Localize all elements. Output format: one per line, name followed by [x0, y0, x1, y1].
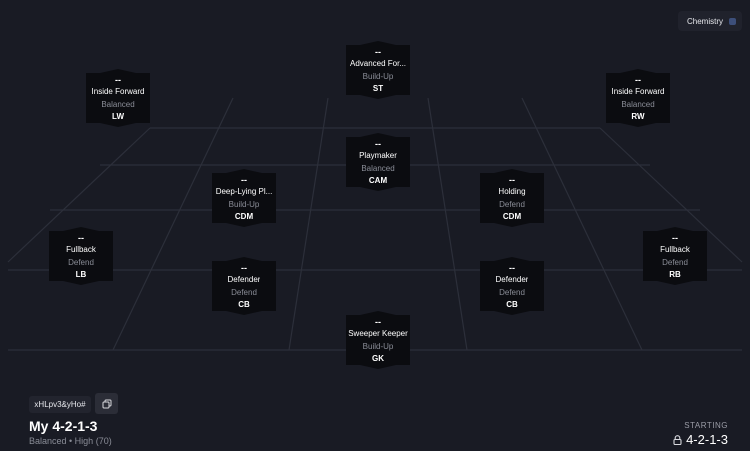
player-rating: -- [375, 139, 381, 149]
player-focus: Defend [68, 258, 94, 267]
player-rating: -- [672, 233, 678, 243]
player-rating: -- [78, 233, 84, 243]
starting-formation: 4-2-1-3 [673, 432, 728, 447]
player-rating: -- [375, 47, 381, 57]
chemistry-toggle[interactable]: Chemistry [678, 11, 742, 31]
tactic-title: My 4-2-1-3 [29, 418, 98, 434]
player-rating: -- [375, 317, 381, 327]
player-rating: -- [241, 175, 247, 185]
player-role: Defender [227, 275, 261, 284]
player-focus: Build-Up [228, 200, 260, 209]
player-role: Fullback [66, 245, 96, 254]
player-card-gk[interactable]: -- Sweeper Keeper Build-Up GK [346, 311, 410, 369]
player-focus: Balanced [621, 100, 655, 109]
copy-code-button[interactable] [95, 393, 118, 414]
starting-label: STARTING [684, 421, 728, 430]
share-code: xHLpv3&yHo# [29, 396, 91, 413]
player-role: Playmaker [359, 151, 397, 160]
player-role: Advanced For... [349, 59, 407, 68]
player-role: Sweeper Keeper [348, 329, 408, 338]
player-focus: Build-Up [362, 72, 394, 81]
player-card-cdm-right[interactable]: -- Holding Defend CDM [480, 169, 544, 227]
player-card-cam[interactable]: -- Playmaker Balanced CAM [346, 133, 410, 191]
player-position: LB [75, 270, 87, 279]
player-position: GK [372, 354, 384, 363]
player-focus: Defend [231, 288, 257, 297]
player-card-cb-left[interactable]: -- Defender Defend CB [212, 257, 276, 315]
player-card-lw[interactable]: -- Inside Forward Balanced LW [86, 69, 150, 127]
player-position: RB [669, 270, 681, 279]
player-position: CB [506, 300, 518, 309]
player-card-lb[interactable]: -- Fullback Defend LB [49, 227, 113, 285]
player-role: Inside Forward [611, 87, 665, 96]
player-role: Deep-Lying Pl... [215, 187, 273, 196]
player-rating: -- [509, 263, 515, 273]
tactic-meta: Balanced • High (70) [29, 436, 112, 446]
chemistry-switch[interactable] [729, 17, 736, 25]
player-card-cb-right[interactable]: -- Defender Defend CB [480, 257, 544, 315]
chemistry-label: Chemistry [687, 16, 724, 26]
player-position: CDM [234, 212, 254, 221]
player-focus: Balanced [361, 164, 395, 173]
player-rating: -- [115, 75, 121, 85]
starting-formation-value: 4-2-1-3 [686, 432, 728, 447]
player-focus: Build-Up [362, 342, 394, 351]
player-role: Inside Forward [91, 87, 145, 96]
player-card-rb[interactable]: -- Fullback Defend RB [643, 227, 707, 285]
player-focus: Defend [662, 258, 688, 267]
player-focus: Defend [499, 288, 525, 297]
player-focus: Defend [499, 200, 525, 209]
player-card-rw[interactable]: -- Inside Forward Balanced RW [606, 69, 670, 127]
lock-icon [673, 434, 682, 445]
player-position: CDM [502, 212, 522, 221]
player-rating: -- [509, 175, 515, 185]
player-role: Defender [495, 275, 529, 284]
player-card-st[interactable]: -- Advanced For... Build-Up ST [346, 41, 410, 99]
player-rating: -- [635, 75, 641, 85]
player-role: Fullback [660, 245, 690, 254]
copy-icon [102, 399, 111, 408]
player-focus: Balanced [101, 100, 135, 109]
player-position: ST [372, 84, 384, 93]
player-rating: -- [241, 263, 247, 273]
player-position: LW [112, 112, 124, 121]
player-position: CAM [368, 176, 388, 185]
player-position: CB [238, 300, 250, 309]
player-position: RW [631, 112, 645, 121]
player-card-cdm-left[interactable]: -- Deep-Lying Pl... Build-Up CDM [212, 169, 276, 227]
player-role: Holding [498, 187, 526, 196]
